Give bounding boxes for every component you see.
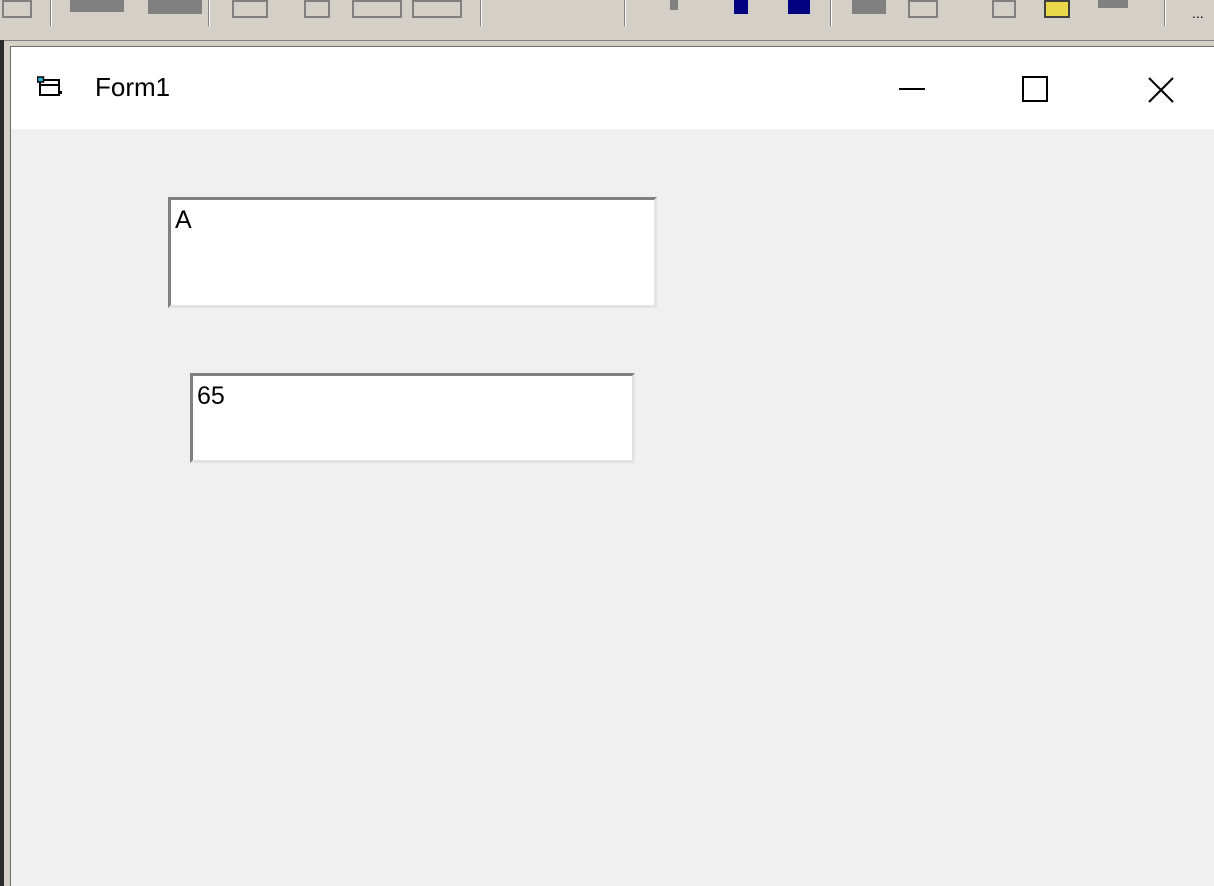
toolbar-separator xyxy=(50,0,52,26)
toolbar-overflow[interactable]: ... xyxy=(1192,6,1204,22)
toolbar-separator xyxy=(208,0,210,26)
toolbar-button[interactable] xyxy=(2,0,32,18)
text1-textbox[interactable]: A xyxy=(168,197,657,308)
window-title: Form1 xyxy=(95,72,171,102)
toolbar-button[interactable] xyxy=(352,0,402,18)
form-window: Form1 A 65 xyxy=(10,46,1214,886)
toolbar-button[interactable] xyxy=(232,0,268,18)
toolbar-button[interactable] xyxy=(992,0,1016,18)
text2-textbox[interactable]: 65 xyxy=(190,373,635,463)
toolbar-separator xyxy=(1164,0,1166,26)
close-button[interactable] xyxy=(1131,61,1191,117)
close-icon xyxy=(1148,77,1174,103)
form-icon[interactable] xyxy=(36,75,63,99)
maximize-icon xyxy=(1022,76,1048,102)
toolbar-button[interactable] xyxy=(412,0,462,18)
toolbar-button[interactable] xyxy=(852,0,886,14)
toolbar-button[interactable] xyxy=(1044,0,1070,18)
toolbar-button[interactable] xyxy=(70,0,124,12)
toolbar-button[interactable] xyxy=(148,0,202,14)
minimize-icon xyxy=(899,88,925,90)
toolbar-button[interactable] xyxy=(304,0,330,18)
toolbar-separator xyxy=(480,0,482,26)
toolbar-separator xyxy=(624,0,626,26)
title-bar[interactable]: Form1 xyxy=(11,47,1214,129)
toolbar-button[interactable] xyxy=(670,0,678,10)
minimize-button[interactable] xyxy=(883,61,943,117)
toolbar-button[interactable] xyxy=(788,0,810,14)
ide-toolbar: ... xyxy=(0,0,1214,41)
toolbar-separator xyxy=(830,0,832,26)
toolbar-button[interactable] xyxy=(1098,0,1128,8)
maximize-button[interactable] xyxy=(1007,61,1067,117)
ide-left-edge xyxy=(0,40,4,886)
toolbar-button[interactable] xyxy=(734,0,748,14)
toolbar-button[interactable] xyxy=(908,0,938,18)
